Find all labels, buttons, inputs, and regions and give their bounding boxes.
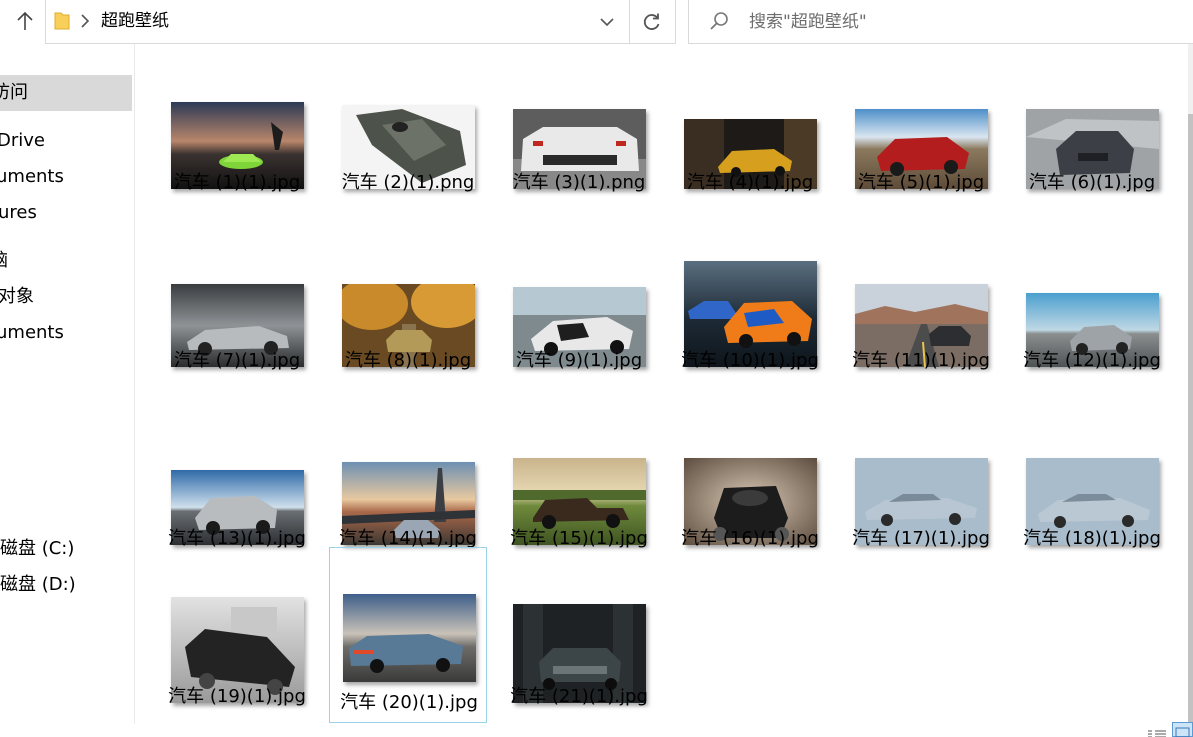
file-name: 汽车 (16)(1).jpg	[681, 528, 819, 549]
file-tile[interactable]: 汽车 (21)(1).jpg	[500, 569, 658, 737]
search-icon	[710, 12, 728, 30]
file-name: 汽车 (1)(1).jpg	[173, 172, 301, 193]
arrow-up-icon	[17, 11, 33, 30]
scrollbar-thumb[interactable]	[1188, 114, 1193, 737]
large-icons-view-icon	[1175, 727, 1190, 737]
file-view[interactable]: 汽车 (1)(1).jpg 汽车 (2)(1).png 汽车 (3)(1).pn…	[136, 44, 1188, 724]
file-name: 汽车 (18)(1).jpg	[1023, 528, 1161, 549]
breadcrumb-current-folder[interactable]: 超跑壁纸	[101, 10, 169, 32]
search-input[interactable]: 搜索"超跑壁纸"	[749, 11, 867, 33]
file-name: 汽车 (11)(1).jpg	[852, 350, 990, 371]
status-bar	[0, 724, 1193, 737]
nav-item-drive-d[interactable]: 磁盘 (D:)	[0, 570, 132, 600]
file-name: 汽车 (3)(1).png	[512, 172, 646, 193]
file-tile[interactable]: 汽车 (5)(1).jpg	[842, 55, 1000, 231]
navigation-pane: 访问 Drive uments ures 脑 对象 uments 磁盘 (C:)…	[0, 44, 135, 724]
file-tile[interactable]: 汽车 (10)(1).jpg	[671, 233, 829, 409]
nav-item-pictures[interactable]: ures	[0, 198, 132, 228]
file-name: 汽车 (6)(1).jpg	[1028, 172, 1156, 193]
nav-item-label: 脑	[0, 246, 8, 276]
file-tile[interactable]: 汽车 (15)(1).jpg	[500, 411, 658, 587]
large-icons-view-button[interactable]	[1172, 722, 1193, 737]
file-tile[interactable]: 汽车 (9)(1).jpg	[500, 233, 658, 409]
nav-item-quick-access[interactable]: 访问	[0, 75, 132, 111]
file-tile[interactable]: 汽车 (19)(1).jpg	[158, 569, 316, 737]
file-name: 汽车 (21)(1).jpg	[510, 686, 648, 707]
chevron-down-icon	[600, 18, 614, 27]
file-name: 汽车 (12)(1).jpg	[1023, 350, 1161, 371]
file-tile[interactable]: 汽车 (4)(1).jpg	[671, 55, 829, 231]
refresh-icon	[643, 13, 660, 30]
file-name: 汽车 (7)(1).jpg	[173, 350, 301, 371]
file-name: 汽车 (9)(1).jpg	[515, 350, 643, 371]
file-tile[interactable]: 汽车 (17)(1).jpg	[842, 411, 1000, 587]
file-name: 汽车 (15)(1).jpg	[510, 528, 648, 549]
nav-item-label: 访问	[0, 82, 28, 103]
file-name: 汽车 (4)(1).jpg	[686, 172, 814, 193]
file-tile[interactable]: 汽车 (12)(1).jpg	[1013, 233, 1171, 409]
search-box[interactable]: 搜索"超跑壁纸"	[688, 0, 1193, 44]
file-tile-selected[interactable]: 汽车 (20)(1).jpg	[329, 547, 487, 723]
file-tile[interactable]: 汽车 (8)(1).jpg	[329, 233, 487, 409]
up-button[interactable]	[8, 4, 42, 38]
chevron-right-icon	[81, 14, 90, 28]
file-name: 汽车 (19)(1).jpg	[168, 686, 306, 707]
file-name: 汽车 (13)(1).jpg	[168, 528, 306, 549]
nav-item-label: 磁盘 (C:)	[0, 538, 75, 559]
file-tile[interactable]: 汽车 (1)(1).jpg	[158, 55, 316, 231]
refresh-button[interactable]	[639, 9, 665, 35]
file-tile[interactable]: 汽车 (2)(1).png	[329, 55, 487, 231]
details-view-icon	[1148, 730, 1166, 737]
file-name: 汽车 (17)(1).jpg	[852, 528, 990, 549]
nav-item-label: 磁盘 (D:)	[0, 574, 76, 595]
file-name: 汽车 (10)(1).jpg	[681, 350, 819, 371]
details-view-button[interactable]	[1147, 725, 1167, 737]
address-divider	[629, 0, 630, 43]
nav-item-label: 对象	[0, 286, 34, 307]
nav-item-label: uments	[0, 322, 64, 343]
nav-item-label: uments	[0, 166, 64, 187]
nav-item-onedrive[interactable]: Drive	[0, 126, 132, 156]
thumbnail-area	[330, 548, 488, 690]
image-thumbnail	[342, 594, 476, 682]
vertical-scrollbar[interactable]	[1188, 44, 1193, 737]
address-bar[interactable]: 超跑壁纸	[45, 0, 676, 44]
file-tile[interactable]: 汽车 (18)(1).jpg	[1013, 411, 1171, 587]
file-tile[interactable]: 汽车 (13)(1).jpg	[158, 411, 316, 587]
address-history-dropdown[interactable]	[596, 11, 618, 33]
file-tile[interactable]: 汽车 (11)(1).jpg	[842, 233, 1000, 409]
nav-item-3d-objects[interactable]: 对象	[0, 282, 132, 312]
file-tile[interactable]: 汽车 (3)(1).png	[500, 55, 658, 231]
nav-item-this-pc[interactable]: 脑	[0, 246, 132, 276]
file-tile[interactable]: 汽车 (6)(1).jpg	[1013, 55, 1171, 231]
nav-item-label: ures	[0, 202, 37, 223]
file-name: 汽车 (2)(1).png	[341, 172, 475, 193]
file-name: 汽车 (20)(1).jpg	[340, 692, 478, 713]
nav-item-documents-pc[interactable]: uments	[0, 318, 132, 348]
top-bar: 超跑壁纸 搜索"超跑壁纸"	[0, 0, 1193, 44]
nav-item-documents[interactable]: uments	[0, 162, 132, 192]
nav-item-label: Drive	[0, 130, 45, 151]
file-tile[interactable]: 汽车 (16)(1).jpg	[671, 411, 829, 587]
folder-icon	[54, 12, 70, 30]
file-name: 汽车 (5)(1).jpg	[857, 172, 985, 193]
file-tile[interactable]: 汽车 (7)(1).jpg	[158, 233, 316, 409]
nav-item-drive-c[interactable]: 磁盘 (C:)	[0, 534, 132, 564]
file-name: 汽车 (8)(1).jpg	[344, 350, 472, 371]
